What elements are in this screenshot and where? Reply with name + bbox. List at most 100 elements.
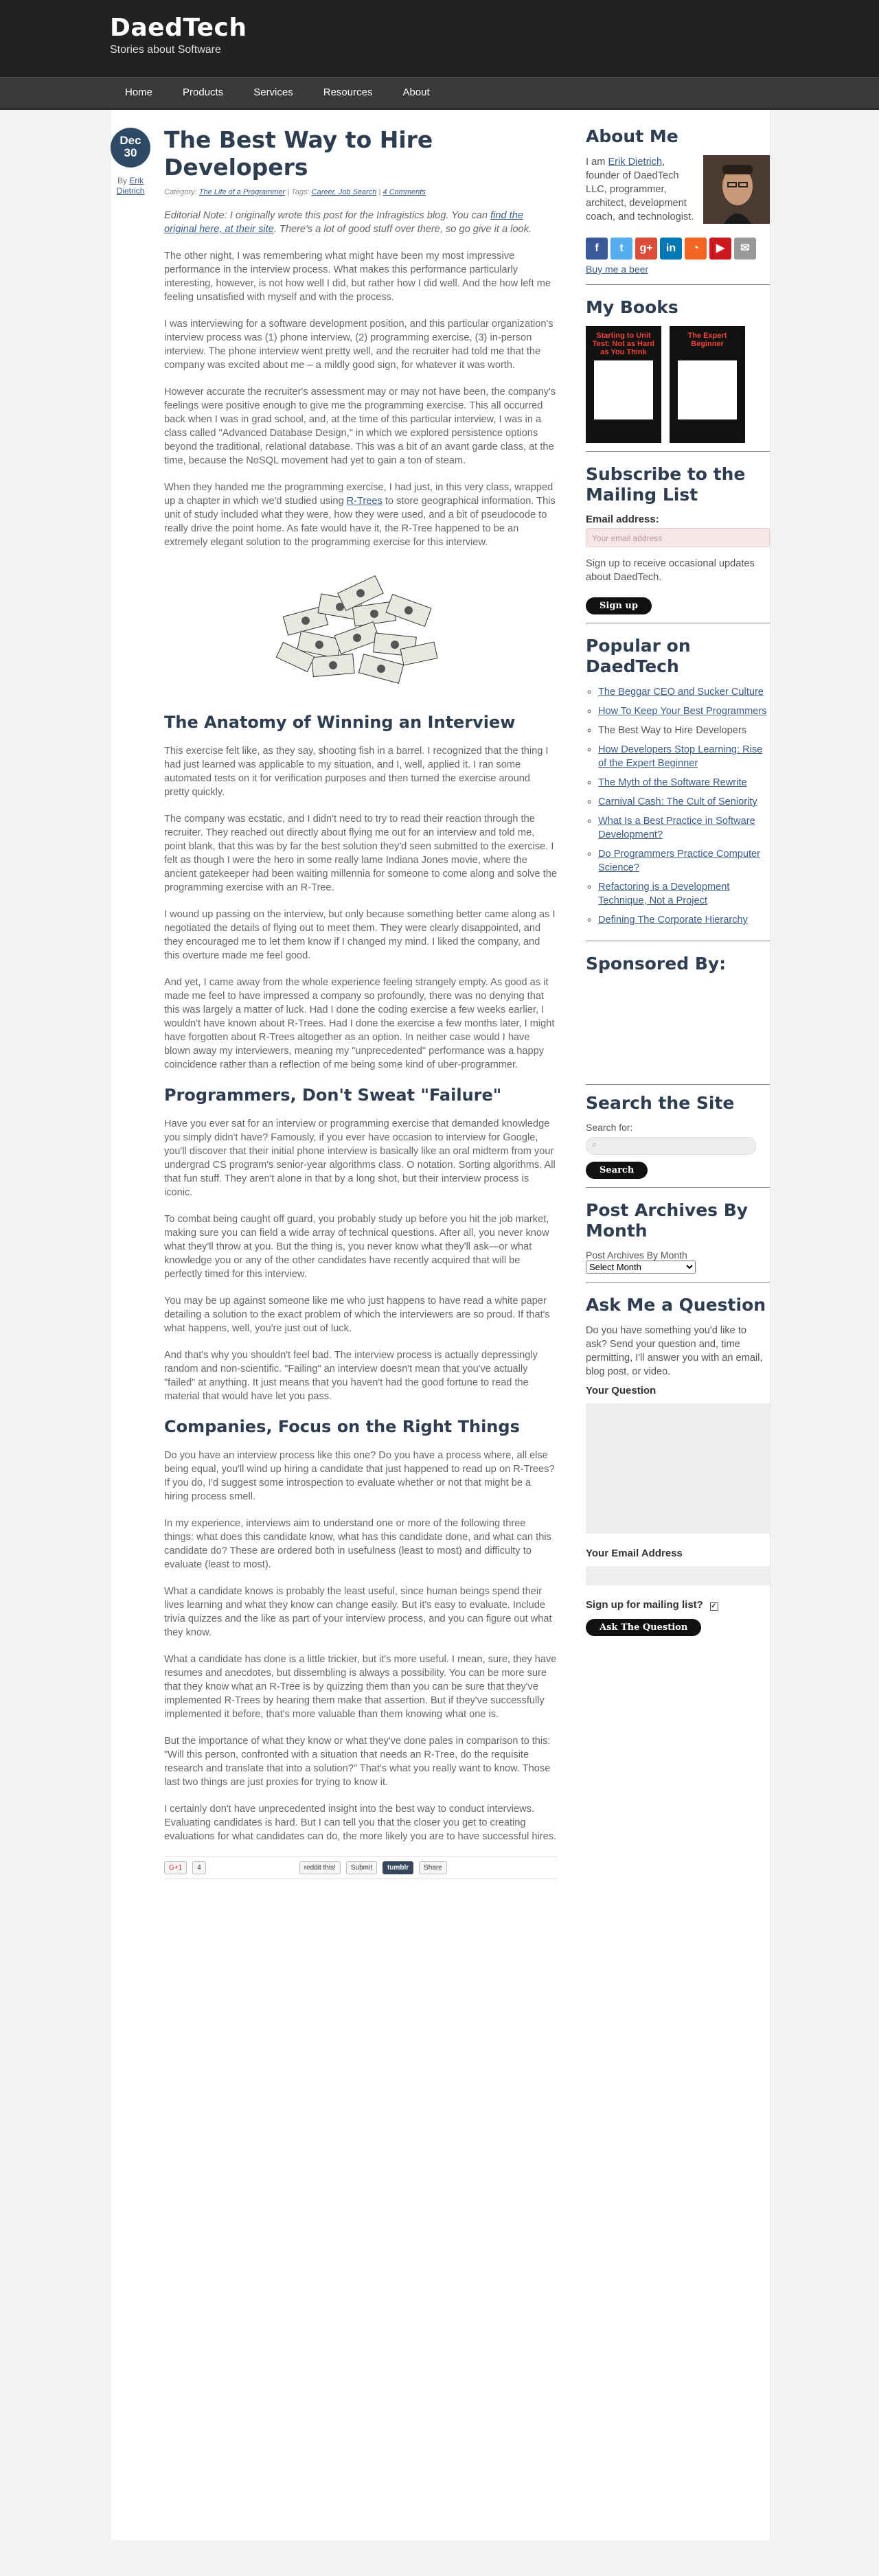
search-widget: Search the Site Search for: ⌕ Search xyxy=(586,1084,770,1188)
editorial-note: Editorial Note: I originally wrote this … xyxy=(164,210,532,235)
paragraph: Do you have an interview process like th… xyxy=(164,1450,555,1502)
paragraph: You may be up against someone like me wh… xyxy=(164,1296,550,1334)
subscribe-title: Subscribe to the Mailing List xyxy=(586,464,746,505)
paragraph: What a candidate has done is a little tr… xyxy=(164,1654,557,1720)
paragraph: I certainly don't have unprecedented ins… xyxy=(164,1804,557,1842)
nav-item-home[interactable]: Home xyxy=(110,78,168,108)
search-label: Search for: xyxy=(586,1122,633,1133)
category-link[interactable]: The Life of a Programmer xyxy=(199,188,285,196)
signup-button[interactable]: Sign up xyxy=(586,597,652,614)
ask-title: Ask Me a Question xyxy=(586,1295,766,1315)
paragraph: I wound up passing on the interview, but… xyxy=(164,909,556,961)
site-title[interactable]: DaedTech xyxy=(110,14,247,42)
book-expert-beginner[interactable]: The Expert Beginner xyxy=(670,326,745,443)
stumble-submit-button[interactable]: Submit xyxy=(345,1861,378,1874)
tags-label: | Tags: xyxy=(287,188,310,196)
search-icon: ⌕ xyxy=(592,1140,597,1149)
section-heading-failure: Programmers, Don't Sweat "Failure" xyxy=(164,1085,502,1105)
mailing-checkbox-row[interactable]: Sign up for mailing list? ✓ xyxy=(586,1599,770,1611)
search-input[interactable]: ⌕ xyxy=(586,1137,756,1155)
about-text: I am Erik Dietrich, founder of DaedTech … xyxy=(586,157,694,222)
paragraph: The other night, I was remembering what … xyxy=(164,251,551,303)
buy-beer-link[interactable]: Buy me a beer xyxy=(586,264,648,275)
post-title: The Best Way to Hire Developers xyxy=(164,126,433,181)
about-title: About Me xyxy=(586,126,678,146)
gplus-button[interactable]: G+1 xyxy=(164,1861,187,1874)
gplus-count: 4 xyxy=(192,1861,206,1874)
twitter-icon[interactable]: t xyxy=(610,238,632,260)
social-icons: f t g+ in ◔ ▶ ✉ xyxy=(586,238,770,260)
paragraph: When they handed me the programming exer… xyxy=(164,482,556,548)
search-title: Search the Site xyxy=(586,1093,735,1113)
list-item[interactable]: The Beggar CEO and Sucker Culture xyxy=(598,685,770,699)
list-item[interactable]: Refactoring is a Development Technique, … xyxy=(598,880,770,908)
list-item[interactable]: Do Programmers Practice Computer Science… xyxy=(598,847,770,875)
sponsored-title: Sponsored By: xyxy=(586,954,727,974)
paragraph: Have you ever sat for an interview or pr… xyxy=(164,1118,556,1198)
facebook-icon[interactable]: f xyxy=(586,238,608,260)
archives-widget: Post Archives By Month Post Archives By … xyxy=(586,1200,770,1283)
subscribe-email-input[interactable]: Your email address xyxy=(586,528,770,547)
category-label: Category: xyxy=(164,188,197,196)
ask-question-button[interactable]: Ask The Question xyxy=(586,1619,702,1636)
date-day: 30 xyxy=(124,146,137,159)
question-textarea[interactable] xyxy=(586,1403,770,1534)
date-month: Dec xyxy=(119,134,141,147)
mailing-checkbox[interactable]: ✓ xyxy=(710,1602,719,1611)
search-button[interactable]: Search xyxy=(586,1162,648,1179)
archives-title: Post Archives By Month xyxy=(586,1200,749,1241)
paragraph: This exercise felt like, as they say, sh… xyxy=(164,746,549,798)
paragraph: But the importance of what they know or … xyxy=(164,1736,551,1788)
nav-item-services[interactable]: Services xyxy=(238,78,308,108)
google-plus-icon[interactable]: g+ xyxy=(635,238,657,260)
paragraph: To combat being caught off guard, you pr… xyxy=(164,1214,549,1280)
linkedin-icon[interactable]: in xyxy=(660,238,682,260)
youtube-icon[interactable]: ▶ xyxy=(709,238,731,260)
sidebar: About Me I am Erik Dietrich, founder of … xyxy=(586,126,770,1657)
sponsored-widget: Sponsored By: xyxy=(586,954,770,1072)
your-question-label: Your Question xyxy=(586,1385,657,1396)
about-author-link[interactable]: Erik Dietrich xyxy=(608,157,662,168)
site-tagline: Stories about Software xyxy=(110,44,221,56)
list-item[interactable]: Carnival Cash: The Cult of Seniority xyxy=(598,795,770,809)
list-item[interactable]: How To Keep Your Best Programmers xyxy=(598,704,770,718)
paragraph: The company was ecstatic, and I didn't n… xyxy=(164,814,557,893)
reddit-button[interactable]: reddit this! xyxy=(299,1861,341,1874)
book-unit-test[interactable]: Starting to Unit Test: Not as Hard as Yo… xyxy=(586,326,661,443)
paragraph: However accurate the recruiter's assessm… xyxy=(164,387,556,466)
email-icon[interactable]: ✉ xyxy=(734,238,756,260)
share-bar: G+1 4 reddit this! Submit tumblr Share xyxy=(164,1856,557,1879)
author-photo xyxy=(703,155,770,224)
money-pile-image xyxy=(258,570,464,693)
nav-item-resources[interactable]: Resources xyxy=(308,78,388,108)
ask-email-input[interactable] xyxy=(586,1566,770,1585)
tumblr-button[interactable]: tumblr xyxy=(383,1861,414,1874)
list-item[interactable]: How Developers Stop Learning: Rise of th… xyxy=(598,743,770,770)
rtrees-link[interactable]: R-Trees xyxy=(347,496,383,507)
nav-item-products[interactable]: Products xyxy=(168,78,238,108)
list-item[interactable]: The Myth of the Software Rewrite xyxy=(598,776,770,790)
page-container: Dec 30 By Erik Dietrich The Best Way to … xyxy=(110,110,770,2540)
date-badge: Dec 30 xyxy=(111,128,150,168)
list-item[interactable]: What Is a Best Practice in Software Deve… xyxy=(598,814,770,842)
main-nav: Home Products Services Resources About xyxy=(0,77,879,110)
rss-icon[interactable]: ◔ xyxy=(685,238,707,260)
archives-select[interactable]: Select Month xyxy=(586,1261,696,1274)
paragraph: What a candidate knows is probably the l… xyxy=(164,1586,552,1638)
books-title: My Books xyxy=(586,297,678,317)
paragraph: And yet, I came away from the whole expe… xyxy=(164,977,555,1070)
section-heading-anatomy: The Anatomy of Winning an Interview xyxy=(164,713,516,732)
list-item[interactable]: Defining The Corporate Hierarchy xyxy=(598,913,770,927)
comments-link[interactable]: 4 Comments xyxy=(383,188,425,196)
nav-item-about[interactable]: About xyxy=(387,78,444,108)
list-item: The Best Way to Hire Developers xyxy=(598,724,770,737)
ask-desc: Do you have something you'd like to ask?… xyxy=(586,1325,763,1377)
share-button[interactable]: Share xyxy=(419,1861,447,1874)
post-meta: Category: The Life of a Programmer | Tag… xyxy=(164,188,426,196)
about-widget: About Me I am Erik Dietrich, founder of … xyxy=(586,126,770,285)
paragraph: And that's why you shouldn't feel bad. T… xyxy=(164,1350,538,1402)
subscribe-widget: Subscribe to the Mailing List Email addr… xyxy=(586,464,770,623)
tags-link[interactable]: Career, Job Search xyxy=(312,188,377,196)
post-author: By Erik Dietrich xyxy=(111,176,150,196)
popular-widget: Popular on DaedTech The Beggar CEO and S… xyxy=(586,636,770,941)
